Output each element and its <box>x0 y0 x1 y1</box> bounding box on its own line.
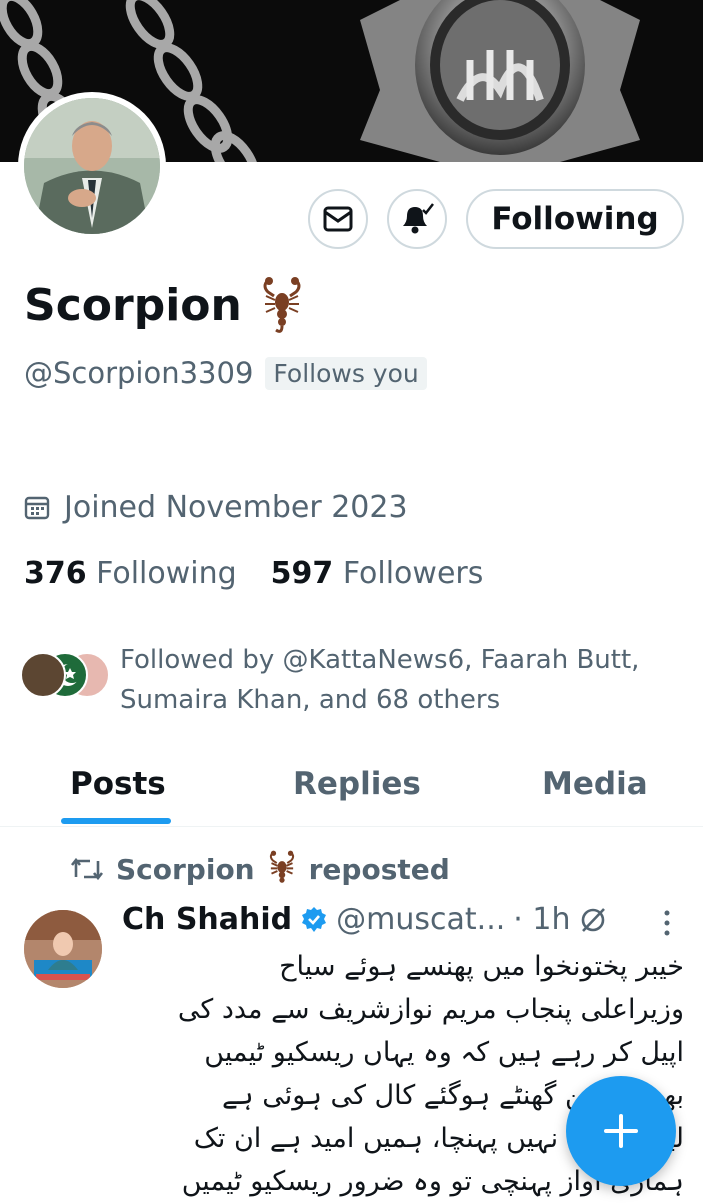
verified-badge-icon <box>302 906 327 932</box>
repost-label: reposted <box>308 852 450 886</box>
bell-check-icon <box>403 203 434 234</box>
repost-indicator: Scorpion reposted <box>70 850 450 888</box>
post-avatar-image <box>24 910 102 988</box>
follows-you-badge: Follows you <box>265 356 427 390</box>
display-name: Scorpion <box>24 279 242 331</box>
message-button[interactable] <box>308 189 368 249</box>
followers-count: 597 <box>270 556 334 591</box>
display-name-row: Scorpion <box>24 276 304 334</box>
followers-label: Followers <box>342 556 484 591</box>
notifications-button[interactable] <box>387 189 447 249</box>
envelope-icon <box>323 206 353 232</box>
post-text-line: اپیل کر رہے ہیں کہ وہ یہاں ریسکیو ٹیمیں <box>204 1037 684 1068</box>
post-header: Ch Shahid @muscat... · 1h <box>122 902 608 937</box>
following-button[interactable]: Following <box>466 189 684 249</box>
post-more-menu[interactable] <box>662 908 672 942</box>
followed-by-text: Followed by @KattaNews6, Faarah Butt, Su… <box>120 640 695 720</box>
tab-posts[interactable]: Posts <box>70 766 166 802</box>
scorpion-emoji-icon <box>263 277 301 333</box>
profile-tabs: Posts Replies Media <box>0 748 703 827</box>
handle-row: @Scorpion3309 Follows you <box>24 356 427 390</box>
tab-media[interactable]: Media <box>542 766 648 802</box>
repost-icon <box>70 857 104 881</box>
post-author-handle[interactable]: @muscat... <box>336 902 505 937</box>
scorpion-emoji-icon <box>269 850 294 883</box>
post-time: · 1h <box>513 902 571 937</box>
post-author-name[interactable]: Ch Shahid <box>122 902 292 937</box>
follow-counts: 376 Following 597 Followers <box>24 556 483 591</box>
more-vertical-icon <box>664 910 670 936</box>
post-text-line: خیبر پختونخوا میں پھنسے ہوئے سیاح <box>279 951 684 982</box>
joined-date: Joined November 2023 <box>24 490 408 525</box>
following-label: Following <box>96 556 237 591</box>
plus-icon <box>604 1114 638 1148</box>
followed-by-avatars <box>20 652 112 700</box>
compose-button[interactable] <box>566 1076 676 1186</box>
post-text-line: وزیراعلی پنجاب مریم نوازشریف سے مدد کی <box>177 994 684 1025</box>
active-tab-indicator <box>61 818 171 824</box>
followed-by-line: Sumaira Khan, and 68 others <box>120 685 501 715</box>
tab-replies[interactable]: Replies <box>293 766 421 802</box>
user-handle: @Scorpion3309 <box>24 356 254 390</box>
followers-count-link[interactable]: 597 Followers <box>271 556 484 591</box>
avatar-image <box>24 98 160 234</box>
post-author-avatar[interactable] <box>24 910 102 988</box>
following-count: 376 <box>24 556 87 591</box>
follower-avatar <box>20 652 66 698</box>
joined-text: Joined November 2023 <box>64 490 408 525</box>
followed-by-line: Followed by @KattaNews6, Faarah Butt, <box>120 645 640 675</box>
profile-avatar[interactable] <box>18 92 166 240</box>
grok-icon[interactable] <box>578 905 608 935</box>
following-count-link[interactable]: 376 Following <box>24 556 237 591</box>
calendar-icon <box>24 496 50 519</box>
reposter-name[interactable]: Scorpion <box>116 853 255 886</box>
